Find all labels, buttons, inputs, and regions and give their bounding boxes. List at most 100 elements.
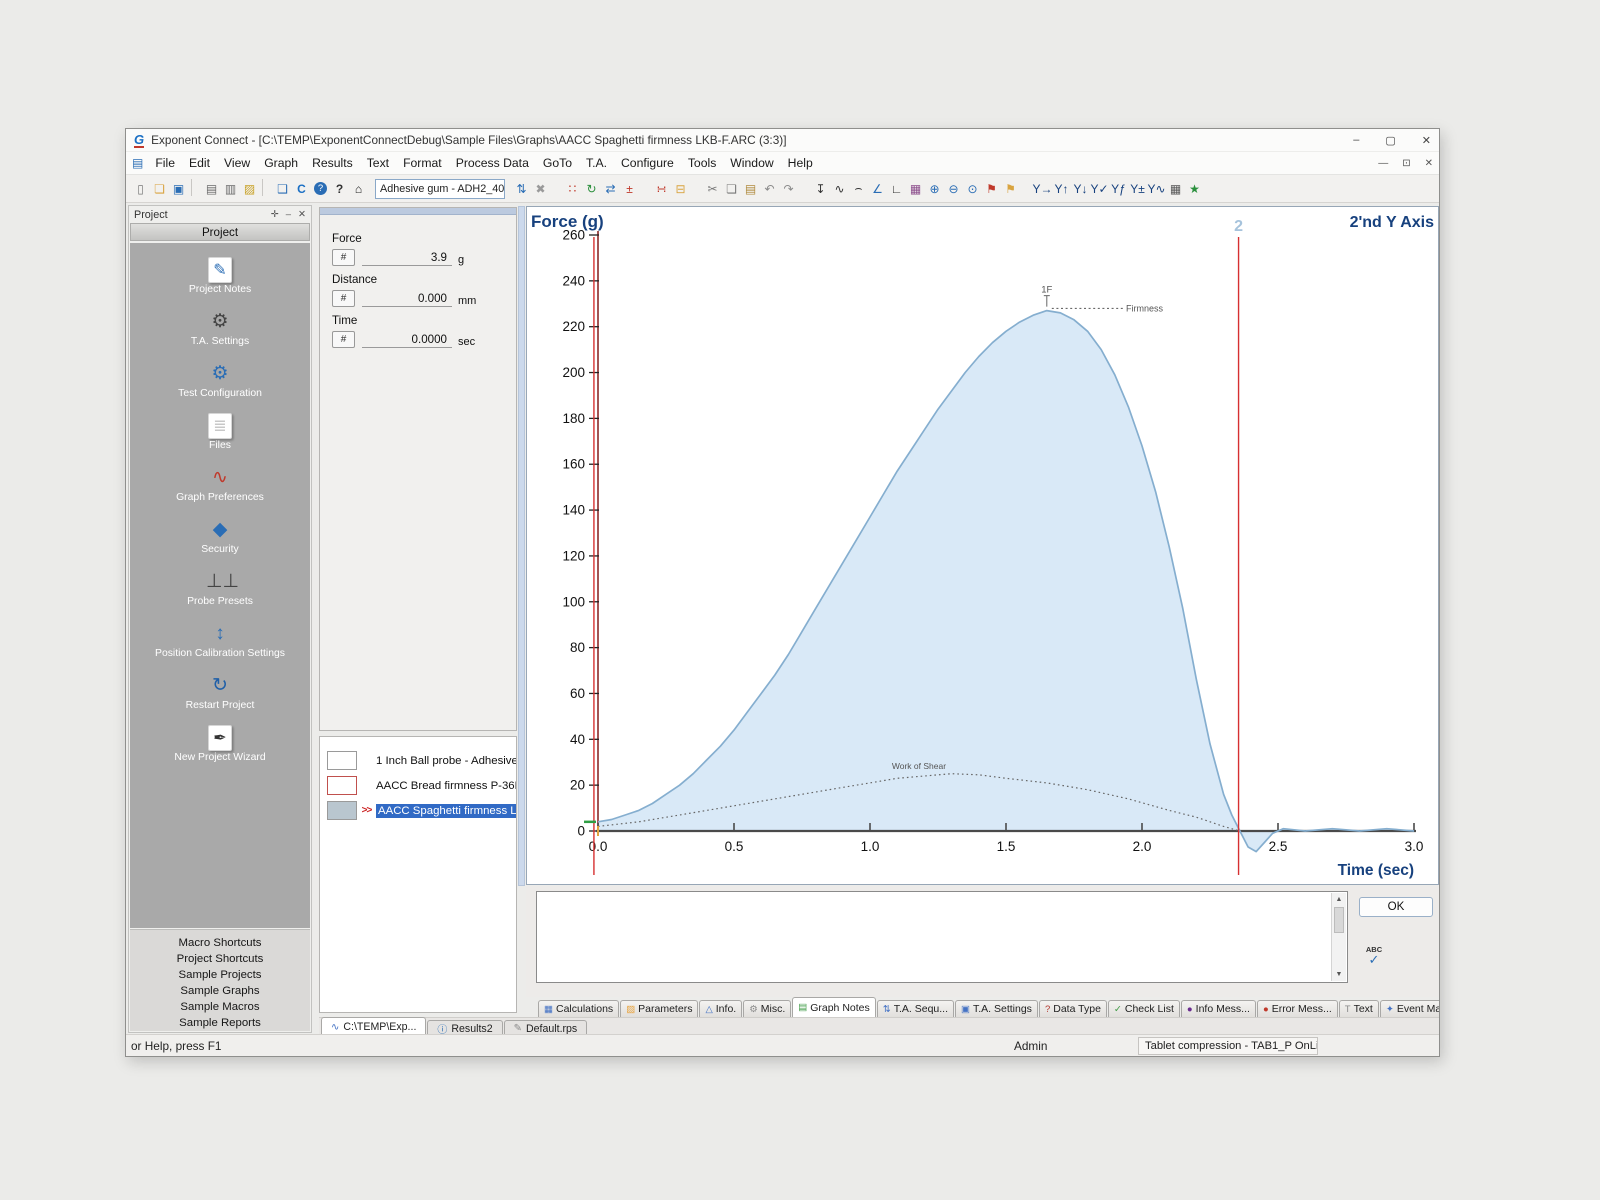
mdi-control-button[interactable]: ⊡ bbox=[1402, 158, 1410, 169]
redo-icon[interactable]: ↷ bbox=[779, 179, 798, 198]
macro-run-icon[interactable]: ★ bbox=[1185, 179, 1204, 198]
paste-icon[interactable]: ▤ bbox=[741, 179, 760, 198]
refresh-icon[interactable]: C bbox=[292, 179, 311, 198]
tab-data-type[interactable]: ? Data Type bbox=[1039, 1000, 1107, 1017]
sidebar-item-new-project-wizard[interactable]: ✒ New Project Wizard bbox=[130, 725, 310, 777]
copy-icon[interactable]: ❏ bbox=[722, 179, 741, 198]
menu-item[interactable]: Results bbox=[305, 154, 360, 172]
tab-event-marks[interactable]: ✦ Event Mar... bbox=[1380, 1000, 1439, 1017]
menu-item[interactable]: Text bbox=[360, 154, 396, 172]
maximize-button[interactable]: ▢ bbox=[1385, 134, 1395, 147]
zoom-in-icon[interactable]: ⊕ bbox=[925, 179, 944, 198]
menu-item[interactable]: Format bbox=[396, 154, 449, 172]
tab-calculations[interactable]: ▦ Calculations bbox=[538, 1000, 619, 1017]
menu-item[interactable]: Edit bbox=[182, 154, 217, 172]
zoom-out-icon[interactable]: ⊖ bbox=[944, 179, 963, 198]
sidebar-item-test-configuration[interactable]: ⚙ Test Configuration bbox=[130, 361, 310, 413]
readout-value[interactable]: 3.9 bbox=[362, 251, 452, 266]
ok-button[interactable]: OK bbox=[1359, 897, 1433, 917]
menu-item[interactable]: Tools bbox=[681, 154, 723, 172]
count-peaks-icon[interactable]: ▦ bbox=[906, 179, 925, 198]
acquire-data-icon[interactable]: ∷ bbox=[563, 179, 582, 198]
readout-hash-button[interactable]: # bbox=[332, 290, 355, 307]
close-button[interactable]: ✕ bbox=[1422, 134, 1431, 147]
dock-header-icon[interactable]: ✕ bbox=[298, 209, 306, 220]
sidebar-item-project-notes[interactable]: ✎ Project Notes bbox=[130, 257, 310, 309]
show-panel-icon[interactable]: ❑ bbox=[273, 179, 292, 198]
force-chart[interactable]: 0204060801001201401601802002202402600.00… bbox=[526, 206, 1439, 885]
new-file-icon[interactable]: ▯ bbox=[131, 179, 150, 198]
toolbar-icon[interactable] bbox=[1020, 179, 1033, 198]
flag-gold-icon[interactable]: ⚑ bbox=[1001, 179, 1020, 198]
tab-text[interactable]: T Text bbox=[1339, 1000, 1379, 1017]
tab-ta-sequence[interactable]: ⇅ T.A. Sequ... bbox=[877, 1000, 954, 1017]
save-icon[interactable]: ▣ bbox=[169, 179, 188, 198]
y-fn-icon[interactable]: Yƒ bbox=[1109, 179, 1128, 198]
sidebar-item-files[interactable]: ≣ Files bbox=[130, 413, 310, 465]
menu-item[interactable]: Process Data bbox=[449, 154, 536, 172]
tab-check-list[interactable]: ✓ Check List bbox=[1108, 1000, 1180, 1017]
flag-red-icon[interactable]: ⚑ bbox=[982, 179, 1001, 198]
anchor-icon[interactable]: ↧ bbox=[811, 179, 830, 198]
append-data-icon[interactable]: ± bbox=[620, 179, 639, 198]
menu-item[interactable]: T.A. bbox=[579, 154, 614, 172]
tab-graph-notes[interactable]: ▤ Graph Notes bbox=[792, 997, 876, 1017]
file-list-row[interactable]: >> AACC Spaghetti firmness LKB bbox=[320, 798, 516, 823]
sidebar-item-restart-project[interactable]: ↻ Restart Project bbox=[130, 673, 310, 725]
menu-item[interactable]: Configure bbox=[614, 154, 681, 172]
delete-run-icon[interactable]: ✖ bbox=[531, 179, 550, 198]
zoom-reset-icon[interactable]: ⊙ bbox=[963, 179, 982, 198]
toolbar-icon[interactable] bbox=[550, 179, 563, 198]
y-down-icon[interactable]: Y↓ bbox=[1071, 179, 1090, 198]
fit-curve-icon[interactable]: ⌢ bbox=[849, 179, 868, 198]
scroll-down-icon[interactable]: ▼ bbox=[1332, 971, 1346, 978]
shortcut-link[interactable]: Sample Projects bbox=[130, 967, 310, 983]
panel-grip[interactable] bbox=[320, 208, 516, 215]
smooth-curve-icon[interactable]: ∿ bbox=[830, 179, 849, 198]
open-folder-icon[interactable]: ❏ bbox=[150, 179, 169, 198]
shortcut-link[interactable]: Project Shortcuts bbox=[130, 951, 310, 967]
scale-axes-icon[interactable]: ∠ bbox=[868, 179, 887, 198]
tab-ta-settings[interactable]: ▣ T.A. Settings bbox=[955, 1000, 1038, 1017]
toolbar-icon[interactable] bbox=[798, 179, 811, 198]
graph-notes-textbox[interactable]: ▲ ▼ bbox=[536, 891, 1348, 983]
minimize-button[interactable]: – bbox=[1353, 134, 1359, 147]
sidebar-item-graph-preferences[interactable]: ∿ Graph Preferences bbox=[130, 465, 310, 517]
shortcut-link[interactable]: Sample Reports bbox=[130, 1015, 310, 1031]
toolbar-icon[interactable] bbox=[262, 179, 270, 196]
menu-item[interactable]: GoTo bbox=[536, 154, 579, 172]
sidebar-item-probe-presets[interactable]: ⊥⊥ Probe Presets bbox=[130, 569, 310, 621]
file-checkbox[interactable] bbox=[327, 751, 357, 770]
dock-header-icon[interactable]: ‒ bbox=[286, 209, 291, 220]
spell-check-icon[interactable]: ABC ✓ bbox=[1360, 946, 1388, 966]
update-data-icon[interactable]: ↻ bbox=[582, 179, 601, 198]
tab-info-messages[interactable]: ● Info Mess... bbox=[1181, 1000, 1256, 1017]
undo-icon[interactable]: ↶ bbox=[760, 179, 779, 198]
file-checkbox[interactable] bbox=[327, 776, 357, 795]
y-wave-icon[interactable]: Y∿ bbox=[1147, 179, 1166, 198]
y-up-icon[interactable]: Y↑ bbox=[1052, 179, 1071, 198]
sort-icon[interactable]: ⇅ bbox=[512, 179, 531, 198]
tab-parameters[interactable]: ▨ Parameters bbox=[620, 1000, 698, 1017]
scroll-up-icon[interactable]: ▲ bbox=[1332, 896, 1346, 903]
toolbar-icon[interactable] bbox=[191, 179, 199, 196]
menu-item[interactable]: Window bbox=[723, 154, 780, 172]
tutorial-icon[interactable]: ⌂ bbox=[349, 179, 368, 198]
menu-item[interactable]: Help bbox=[781, 154, 820, 172]
calibrate-icon[interactable]: ⊟ bbox=[671, 179, 690, 198]
toolbar-icon[interactable] bbox=[690, 179, 703, 198]
readout-hash-button[interactable]: # bbox=[332, 249, 355, 266]
toolbar-icon[interactable] bbox=[639, 179, 652, 198]
grid-icon[interactable]: ▦ bbox=[1166, 179, 1185, 198]
menu-item[interactable]: Graph bbox=[257, 154, 305, 172]
notes-scrollbar[interactable]: ▲ ▼ bbox=[1331, 893, 1346, 981]
shortcut-link[interactable]: Sample Graphs bbox=[130, 983, 310, 999]
help-icon[interactable]: ? bbox=[311, 179, 330, 198]
sidebar-item-position-calibration[interactable]: ↕ Position Calibration Settings bbox=[130, 621, 310, 673]
sidebar-item-ta-settings[interactable]: ⚙ T.A. Settings bbox=[130, 309, 310, 361]
probe-select-dropdown[interactable]: Adhesive gum - ADH2_40X ▾ bbox=[375, 179, 505, 199]
archive-icon[interactable]: ▨ bbox=[240, 179, 259, 198]
file-checkbox[interactable] bbox=[327, 801, 357, 820]
file-list-row[interactable]: AACC Bread firmness P-36R bbox=[320, 773, 516, 798]
splitter-handle[interactable] bbox=[518, 206, 525, 886]
